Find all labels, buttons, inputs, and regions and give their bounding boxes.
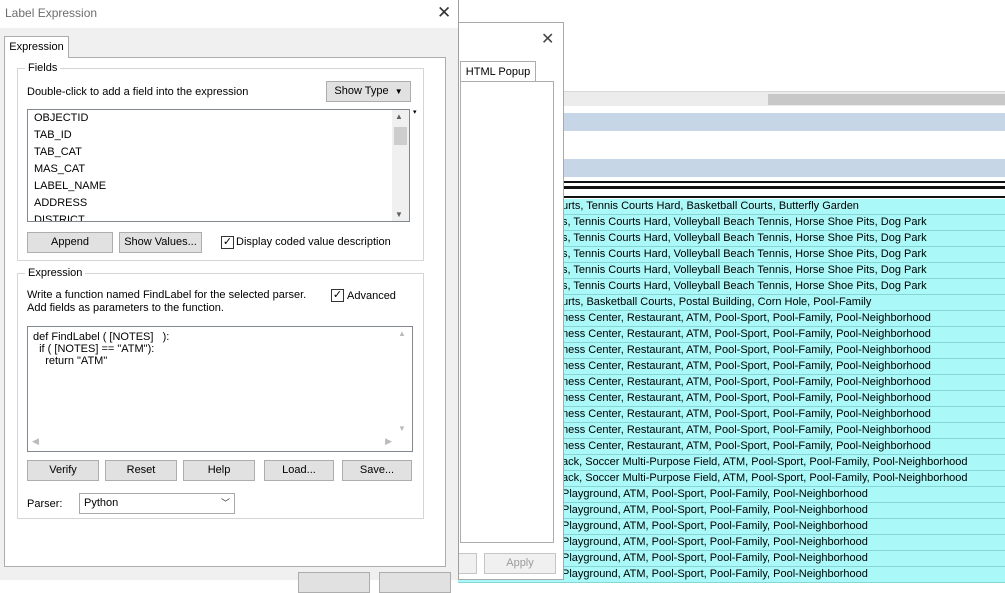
expand-arrow-icon[interactable]: ▾ xyxy=(413,108,417,116)
editor-vertical-scrollbar[interactable]: ▲ ▼ xyxy=(395,327,412,435)
save-button[interactable]: Save... xyxy=(342,460,412,481)
display-coded-label: Display coded value description xyxy=(236,236,391,248)
field-list-item[interactable]: MAS_CAT xyxy=(28,161,409,178)
show-type-dropdown[interactable]: Show Type ▼ xyxy=(326,81,411,102)
title-bar: Label Expression ✕ xyxy=(0,0,458,28)
expression-tab-panel: Fields Double-click to add a field into … xyxy=(4,57,446,567)
code-lines: def FindLabel ( [NOTES] ): if ( [NOTES] … xyxy=(33,331,169,367)
dropdown-arrow-icon: ▼ xyxy=(394,87,403,96)
parser-value: Python xyxy=(84,497,119,509)
fields-group: Fields Double-click to add a field into … xyxy=(17,62,424,261)
field-list-item[interactable]: TAB_ID xyxy=(28,127,409,144)
close-icon[interactable]: ✕ xyxy=(437,3,451,23)
tab-expression[interactable]: Expression xyxy=(4,36,69,58)
display-coded-checkbox[interactable]: ✓ xyxy=(221,236,234,249)
expression-instruction-line1: Write a function named FindLabel for the… xyxy=(27,289,307,301)
fields-list[interactable]: OBJECTID TAB_ID TAB_CAT MAS_CAT LABEL_NAME AD… xyxy=(27,109,410,222)
scrollbar-thumb[interactable] xyxy=(394,127,407,145)
reset-button[interactable]: Reset xyxy=(105,460,177,481)
load-button[interactable]: Load... xyxy=(264,460,334,481)
expression-editor[interactable]: def FindLabel ( [NOTES] ): if ( [NOTES] … xyxy=(27,326,413,452)
fields-list-items: OBJECTID TAB_ID TAB_CAT MAS_CAT LABEL_NAME AD… xyxy=(28,110,409,221)
cancel-button[interactable] xyxy=(379,572,451,593)
dialog-title: Label Expression xyxy=(5,6,98,20)
advanced-label: Advanced xyxy=(347,290,396,302)
code-line-2: if ( [NOTES] == "ATM"): xyxy=(33,343,155,355)
scroll-up-icon[interactable]: ▲ xyxy=(398,329,406,338)
fields-list-scrollbar[interactable]: ▲ ▼ xyxy=(392,110,409,221)
expression-instruction-line2: Add fields as parameters to the function… xyxy=(27,302,224,314)
field-list-item[interactable]: ADDRESS xyxy=(28,195,409,212)
field-list-item[interactable]: TAB_CAT xyxy=(28,144,409,161)
code-line-3: return "ATM" xyxy=(33,355,108,367)
fields-group-label: Fields xyxy=(25,62,61,74)
ok-button[interactable] xyxy=(298,572,370,593)
parser-select[interactable]: Python ﹀ xyxy=(79,493,235,514)
label-expression-dialog: Label Expression ✕ Expression Fields Dou… xyxy=(0,0,459,593)
scroll-down-icon[interactable]: ▼ xyxy=(395,210,403,219)
scroll-up-icon[interactable]: ▲ xyxy=(395,112,403,121)
tab-panel xyxy=(460,81,554,543)
help-button[interactable]: Help xyxy=(183,460,255,481)
editor-horizontal-scrollbar[interactable]: ◀ ▶ xyxy=(28,434,396,451)
verify-button[interactable]: Verify xyxy=(27,460,99,481)
close-icon[interactable]: ✕ xyxy=(541,29,554,49)
field-list-item[interactable]: DISTRICT xyxy=(28,212,409,221)
expression-group-label: Expression xyxy=(25,267,86,279)
advanced-checkbox[interactable]: ✓ xyxy=(331,289,344,302)
apply-button[interactable]: Apply xyxy=(484,553,556,574)
field-list-item[interactable]: OBJECTID xyxy=(28,110,409,127)
scroll-left-icon[interactable]: ◀ xyxy=(32,436,39,447)
table-scrollbar-thumb[interactable] xyxy=(768,94,1005,105)
chevron-down-icon: ﹀ xyxy=(220,498,230,508)
expression-group: Expression Write a function named FindLa… xyxy=(17,267,424,519)
code-line-1: def FindLabel ( [NOTES] ): xyxy=(33,331,170,343)
parser-label: Parser: xyxy=(27,498,63,510)
show-type-label: Show Type xyxy=(334,85,389,97)
field-list-item[interactable]: LABEL_NAME xyxy=(28,178,409,195)
tab-html-popup[interactable]: HTML Popup xyxy=(460,61,536,82)
show-values-button[interactable]: Show Values... xyxy=(119,232,202,253)
fields-instruction: Double-click to add a field into the exp… xyxy=(27,86,249,98)
append-button[interactable]: Append xyxy=(27,232,113,253)
scroll-right-icon[interactable]: ▶ xyxy=(385,436,392,447)
scroll-down-icon[interactable]: ▼ xyxy=(398,424,406,433)
